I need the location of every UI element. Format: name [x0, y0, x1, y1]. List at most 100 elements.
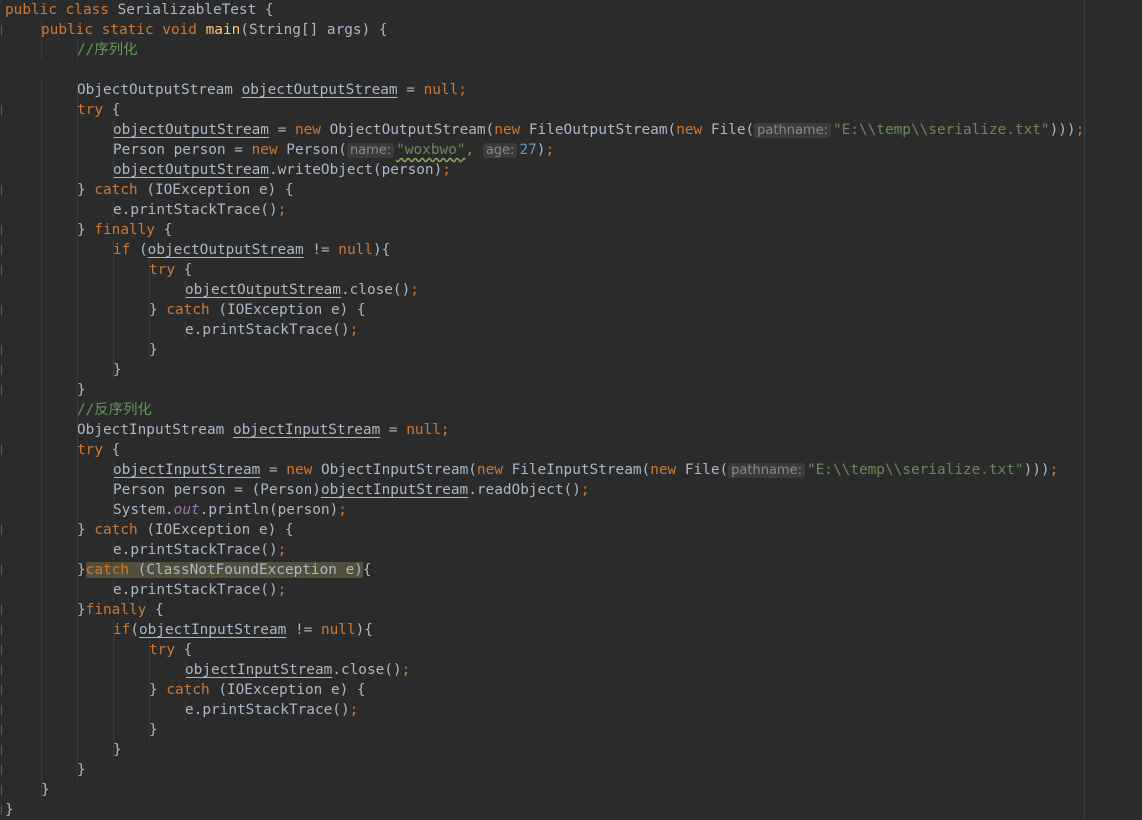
code-line[interactable]: }	[5, 340, 1142, 360]
indent-guide	[149, 720, 150, 740]
code-token: ;	[401, 662, 411, 678]
line-content: }	[41, 782, 50, 798]
code-line[interactable]: }finally {	[5, 600, 1142, 620]
code-line[interactable]: if(objectInputStream != null){	[5, 620, 1142, 640]
code-line[interactable]: Person person = new Person(name: "woxbwo"…	[5, 140, 1142, 160]
indent-guide	[41, 640, 42, 660]
indent-guide	[41, 740, 42, 760]
code-token: .println(person)	[199, 502, 339, 518]
code-line[interactable]: public class SerializableTest {	[5, 0, 1142, 20]
code-token: SerializableTest {	[117, 2, 274, 18]
indent-guide	[41, 660, 42, 680]
code-area[interactable]: public class SerializableTest {public st…	[5, 0, 1142, 820]
indent-guide	[41, 400, 42, 420]
code-token: (	[139, 242, 148, 258]
code-line[interactable]: System.out.println(person);	[5, 500, 1142, 520]
line-content: }	[149, 722, 158, 738]
code-line[interactable]: objectInputStream = new ObjectInputStrea…	[5, 460, 1142, 480]
line-content: //反序列化	[77, 402, 152, 418]
code-line[interactable]: try {	[5, 440, 1142, 460]
indent-guide	[41, 780, 42, 800]
code-line[interactable]: objectOutputStream.writeObject(person);	[5, 160, 1142, 180]
code-line[interactable]: objectOutputStream = new ObjectOutputStr…	[5, 120, 1142, 140]
code-line[interactable]: objectInputStream.close();	[5, 660, 1142, 680]
line-content: try {	[77, 102, 120, 118]
code-token: try	[149, 642, 184, 658]
code-token: (String[] args) {	[240, 22, 388, 38]
code-line[interactable]: e.printStackTrace();	[5, 700, 1142, 720]
code-line[interactable]: } catch (IOException e) {	[5, 520, 1142, 540]
code-line[interactable]: ObjectOutputStream objectOutputStream = …	[5, 80, 1142, 100]
code-token: objectInputStream	[232, 422, 381, 438]
indent-guide	[113, 240, 114, 260]
code-token: try	[149, 262, 184, 278]
code-line[interactable]: }	[5, 740, 1142, 760]
code-line[interactable]	[5, 60, 1142, 80]
code-line[interactable]: }	[5, 800, 1142, 820]
code-line[interactable]: ObjectInputStream objectInputStream = nu…	[5, 420, 1142, 440]
code-token: new	[650, 462, 685, 478]
line-content: }	[149, 342, 158, 358]
code-token: (	[130, 622, 139, 638]
code-line[interactable]: e.printStackTrace();	[5, 200, 1142, 220]
code-token: objectOutputStream	[185, 282, 341, 298]
code-token: if	[113, 242, 139, 258]
code-token: objectOutputStream	[113, 162, 269, 178]
indent-guide	[77, 120, 78, 140]
code-token: (IOException e) {	[218, 302, 366, 318]
code-line[interactable]: if (objectOutputStream != null){	[5, 240, 1142, 260]
indent-guide	[113, 660, 114, 680]
indent-guide	[185, 320, 186, 340]
code-line[interactable]: try {	[5, 260, 1142, 280]
code-token: }	[149, 302, 167, 318]
indent-guide	[41, 260, 42, 280]
line-content: }	[113, 742, 122, 758]
code-token: (ClassNotFoundException e)	[137, 562, 363, 578]
code-token: ;	[1075, 122, 1085, 138]
indent-guide	[77, 760, 78, 780]
indent-guide	[113, 260, 114, 280]
code-line[interactable]: try {	[5, 640, 1142, 660]
indent-guide	[77, 460, 78, 480]
code-line[interactable]: }	[5, 760, 1142, 780]
code-token: catch	[166, 682, 219, 698]
indent-guide	[185, 700, 186, 720]
code-token: ,	[465, 142, 483, 158]
code-line[interactable]: }	[5, 360, 1142, 380]
indent-guide	[41, 280, 42, 300]
code-line[interactable]: } catch (IOException e) {	[5, 180, 1142, 200]
code-token: System.	[113, 502, 174, 518]
code-line[interactable]: Person person = (Person)objectInputStrea…	[5, 480, 1142, 500]
code-line[interactable]: }	[5, 380, 1142, 400]
indent-guide	[149, 700, 150, 720]
code-line[interactable]: }catch (ClassNotFoundException e){	[5, 560, 1142, 580]
indent-guide	[185, 660, 186, 680]
indent-guide	[77, 640, 78, 660]
code-line[interactable]: } catch (IOException e) {	[5, 680, 1142, 700]
code-line[interactable]: }	[5, 780, 1142, 800]
code-line[interactable]: public static void main(String[] args) {	[5, 20, 1142, 40]
code-line[interactable]: objectOutputStream.close();	[5, 280, 1142, 300]
indent-guide	[77, 580, 78, 600]
code-line[interactable]: e.printStackTrace();	[5, 580, 1142, 600]
code-line[interactable]: try {	[5, 100, 1142, 120]
code-line[interactable]: } catch (IOException e) {	[5, 300, 1142, 320]
indent-guide	[113, 680, 114, 700]
code-token: e.printStackTrace()	[185, 702, 350, 718]
code-line[interactable]: } finally {	[5, 220, 1142, 240]
code-line[interactable]: //反序列化	[5, 400, 1142, 420]
code-line[interactable]: e.printStackTrace();	[5, 540, 1142, 560]
code-editor[interactable]: public class SerializableTest {public st…	[0, 0, 1142, 819]
code-line[interactable]: }	[5, 720, 1142, 740]
indent-guide	[41, 460, 42, 480]
indent-guide	[41, 240, 42, 260]
indent-guide	[113, 540, 114, 560]
line-content: try {	[77, 442, 120, 458]
code-line[interactable]: //序列化	[5, 40, 1142, 60]
line-content: e.printStackTrace();	[185, 702, 358, 718]
code-token: Person person = (Person)	[113, 482, 321, 498]
code-token: null;	[406, 422, 450, 438]
code-line[interactable]: e.printStackTrace();	[5, 320, 1142, 340]
indent-guide	[41, 120, 42, 140]
code-token: }	[77, 562, 86, 578]
